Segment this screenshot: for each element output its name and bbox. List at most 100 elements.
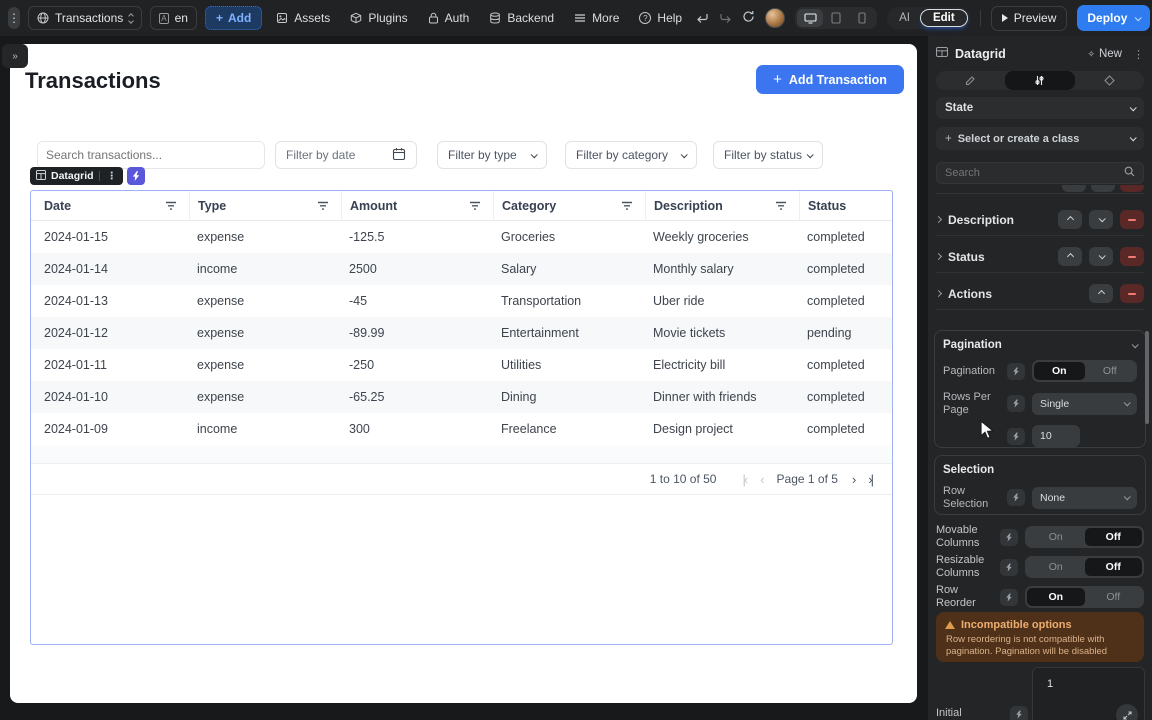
- prev-page-icon[interactable]: ‹: [760, 472, 762, 487]
- last-page-icon[interactable]: ›|: [868, 472, 872, 487]
- bind-icon[interactable]: [1007, 489, 1025, 506]
- table-row[interactable]: 2024-01-09income300FreelanceDesign proje…: [31, 413, 892, 445]
- column-header-type[interactable]: Type: [189, 191, 341, 221]
- column-header-date[interactable]: Date: [31, 191, 189, 221]
- panel-scrollbar[interactable]: [1145, 331, 1149, 424]
- refresh-icon[interactable]: [742, 10, 755, 26]
- toggle-on[interactable]: On: [1027, 588, 1085, 606]
- user-avatar[interactable]: [765, 8, 785, 28]
- language-selector[interactable]: A en: [150, 6, 197, 30]
- preview-button[interactable]: Preview: [991, 6, 1068, 31]
- new-button[interactable]: ✧ New: [1087, 48, 1122, 60]
- rows-per-page-mode-select[interactable]: Single: [1032, 393, 1137, 415]
- initial-label: Initial: [936, 707, 962, 719]
- toggle-on[interactable]: On: [1034, 362, 1085, 380]
- table-row[interactable]: 2024-01-15expense-125.5GroceriesWeekly g…: [31, 221, 892, 253]
- desktop-icon[interactable]: [797, 9, 823, 27]
- bind-icon[interactable]: [1000, 589, 1018, 606]
- ai-bind-button[interactable]: [127, 167, 145, 185]
- datagrid-badge[interactable]: Datagrid ⋮: [30, 167, 123, 185]
- filter-funnel-icon[interactable]: [469, 200, 481, 214]
- class-selector[interactable]: + Select or create a class: [936, 127, 1144, 150]
- first-page-icon[interactable]: |‹: [742, 472, 746, 487]
- lock-icon: [428, 12, 439, 24]
- remove-button[interactable]: [1120, 210, 1144, 229]
- tab-settings-sliders[interactable]: [1005, 71, 1074, 90]
- tab-edit-pencil[interactable]: [936, 71, 1005, 90]
- filter-funnel-icon[interactable]: [165, 200, 177, 214]
- bind-icon[interactable]: [1007, 428, 1025, 445]
- add-button[interactable]: + Add: [205, 6, 262, 30]
- bind-icon[interactable]: [1000, 559, 1018, 576]
- backend-button[interactable]: Backend: [483, 11, 560, 25]
- move-down-button[interactable]: [1089, 247, 1113, 266]
- bind-icon[interactable]: [1010, 706, 1028, 720]
- row-selection-select[interactable]: None: [1032, 487, 1137, 509]
- filter-funnel-icon[interactable]: [775, 200, 787, 214]
- bind-icon[interactable]: [1007, 363, 1025, 380]
- badge-menu-icon[interactable]: ⋮: [105, 171, 119, 182]
- table-row[interactable]: 2024-01-14income2500SalaryMonthly salary…: [31, 253, 892, 285]
- table-row[interactable]: 2024-01-12expense-89.99EntertainmentMovi…: [31, 317, 892, 349]
- add-transaction-button[interactable]: + Add Transaction: [756, 65, 904, 94]
- column-header-status[interactable]: Status: [799, 191, 892, 221]
- undo-icon[interactable]: [696, 11, 709, 26]
- deploy-button[interactable]: Deploy: [1077, 5, 1150, 31]
- toggle-on[interactable]: On: [1027, 558, 1085, 576]
- column-header-description[interactable]: Description: [645, 191, 799, 221]
- filter-by-type-select[interactable]: Filter by type: [437, 141, 547, 169]
- move-up-button[interactable]: [1058, 247, 1082, 266]
- inspector-menu-icon[interactable]: ⋮: [1129, 48, 1144, 61]
- plugins-button[interactable]: Plugins: [344, 11, 413, 25]
- filter-by-status-select[interactable]: Filter by status: [713, 141, 823, 169]
- filter-by-date-button[interactable]: Filter by date: [275, 141, 417, 169]
- bind-icon[interactable]: [1000, 529, 1018, 546]
- help-button[interactable]: ? Help: [633, 11, 688, 25]
- toggle-off[interactable]: Off: [1085, 558, 1143, 576]
- column-header-amount[interactable]: Amount: [341, 191, 493, 221]
- more-button[interactable]: More: [568, 11, 625, 25]
- transactions-datagrid[interactable]: Date Type Amount Category: [30, 190, 893, 645]
- table-row[interactable]: 2024-01-13expense-45TransportationUber r…: [31, 285, 892, 317]
- inspector-search-input[interactable]: [945, 167, 1095, 179]
- state-dropdown[interactable]: State: [936, 97, 1144, 119]
- field-row-status[interactable]: Status: [936, 241, 1144, 273]
- move-up-button[interactable]: [1058, 210, 1082, 229]
- column-header-category[interactable]: Category: [493, 191, 645, 221]
- field-row-description[interactable]: Description: [936, 204, 1144, 236]
- phone-icon[interactable]: [849, 9, 875, 27]
- move-up-button[interactable]: [1089, 284, 1113, 303]
- filter-funnel-icon[interactable]: [621, 200, 633, 214]
- inspector-search[interactable]: [936, 162, 1144, 184]
- toggle-on[interactable]: On: [1027, 528, 1085, 546]
- edit-tab[interactable]: Edit: [920, 9, 968, 27]
- app-menu-button[interactable]: ⋮: [8, 7, 20, 29]
- auth-button[interactable]: Auth: [422, 11, 476, 25]
- toggle-off[interactable]: Off: [1085, 588, 1143, 606]
- table-row[interactable]: 2024-01-10expense-65.25DiningDinner with…: [31, 381, 892, 413]
- remove-button[interactable]: [1120, 247, 1144, 266]
- page-size-input[interactable]: 10: [1032, 425, 1080, 447]
- remove-button[interactable]: [1120, 284, 1144, 303]
- movable-columns-label: Movable Columns: [936, 524, 998, 549]
- search-transactions-input[interactable]: [37, 141, 265, 169]
- filter-by-category-select[interactable]: Filter by category: [565, 141, 697, 169]
- redo-icon[interactable]: [719, 11, 732, 26]
- tablet-icon[interactable]: [823, 9, 849, 27]
- field-row-actions[interactable]: Actions: [936, 278, 1144, 310]
- toggle-off[interactable]: Off: [1085, 528, 1143, 546]
- next-page-icon[interactable]: ›: [852, 472, 854, 487]
- expand-editor-icon[interactable]: [1116, 704, 1138, 720]
- sidebar-expand-tab[interactable]: »: [2, 44, 28, 68]
- chevron-down-icon[interactable]: [1132, 341, 1139, 348]
- tab-styles-diamond[interactable]: [1075, 71, 1144, 90]
- page-selector[interactable]: Transactions: [28, 6, 142, 30]
- ai-tab[interactable]: AI: [889, 10, 920, 26]
- filter-funnel-icon[interactable]: [317, 200, 329, 214]
- toggle-off[interactable]: Off: [1085, 362, 1136, 380]
- table-row[interactable]: 2024-01-11expense-250UtilitiesElectricit…: [31, 349, 892, 381]
- move-down-button[interactable]: [1089, 210, 1113, 229]
- assets-button[interactable]: Assets: [270, 11, 336, 25]
- selected-element-badge: Datagrid ⋮: [30, 167, 145, 185]
- bind-icon[interactable]: [1007, 395, 1025, 412]
